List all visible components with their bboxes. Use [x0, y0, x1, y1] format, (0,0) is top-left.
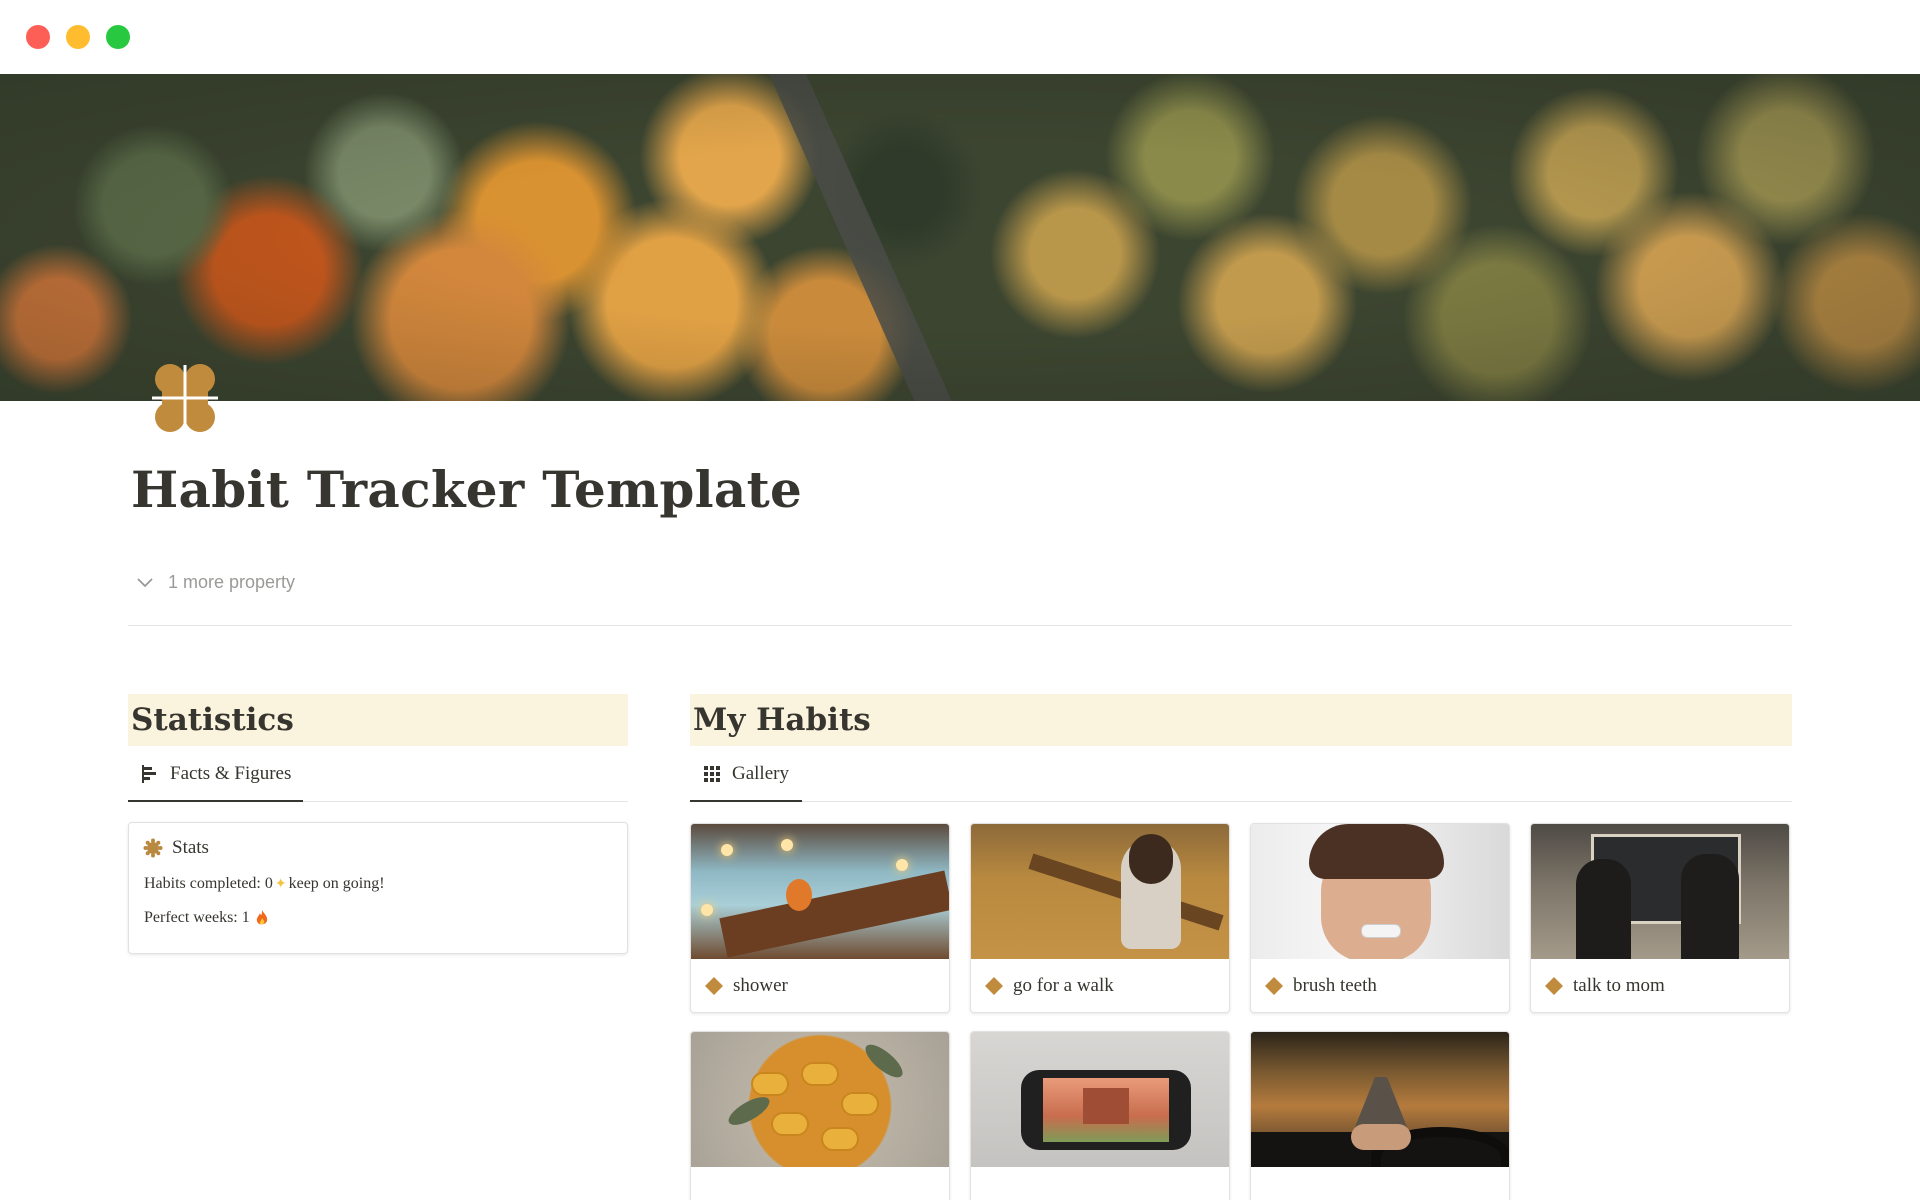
habit-card-label: brush teeth: [1293, 974, 1377, 996]
diamond-icon: [705, 976, 723, 995]
perfect-weeks-label: Perfect weeks: 1: [144, 909, 250, 926]
cover-detail-18: [841, 1092, 879, 1116]
cover-detail-6: [701, 904, 713, 916]
diamond-icon: [1545, 976, 1563, 995]
window-titlebar: [0, 0, 1920, 74]
more-properties-label: 1 more property: [168, 571, 296, 592]
habit-card-label: shower: [733, 974, 788, 996]
habits-completed-suffix: keep on going!: [288, 875, 385, 892]
more-properties-toggle[interactable]: 1 more property: [134, 568, 295, 596]
habit-card-caption: shower: [691, 959, 949, 1012]
habit-card-cover-image: [1531, 824, 1789, 959]
bar-chart-icon: [142, 765, 156, 783]
habit-card-talk-to-mom[interactable]: talk to mom: [1530, 823, 1790, 1013]
habit-card-caption: [1251, 1167, 1509, 1200]
statistics-heading: Statistics: [131, 702, 294, 738]
habit-card-caption: go for a walk: [971, 959, 1229, 1012]
diamond-icon: [1265, 976, 1283, 995]
cover-detail-4: [781, 839, 793, 851]
cover-detail-20: [821, 1127, 859, 1151]
gallery-grid-icon: [704, 766, 720, 782]
cover-detail-2: [786, 879, 812, 911]
habit-card-caption: talk to mom: [1531, 959, 1789, 1012]
page-title[interactable]: Habit Tracker Template: [131, 460, 802, 519]
tab-gallery[interactable]: Gallery: [690, 748, 802, 802]
habit-card-cover-image: [971, 1032, 1229, 1167]
statistics-view-tabs: Facts & Figures: [128, 748, 628, 802]
cover-detail-15: [1681, 854, 1739, 959]
cover-detail-22: [860, 1039, 908, 1083]
fire-icon: [256, 910, 267, 925]
cover-detail-16: [751, 1072, 789, 1096]
my-habits-heading-block[interactable]: My Habits: [690, 694, 1792, 746]
cover-shade: [0, 74, 1920, 401]
habit-card-brush-teeth[interactable]: brush teeth: [1250, 823, 1510, 1013]
tab-facts-and-figures[interactable]: Facts & Figures: [128, 748, 303, 802]
sun-icon: [143, 838, 163, 858]
habit-card-drive[interactable]: [1250, 1031, 1510, 1200]
cover-detail-21: [724, 1091, 774, 1131]
cover-detail-14: [1576, 859, 1631, 959]
cover-detail-3: [721, 844, 733, 856]
my-habits-view-tabs: Gallery: [690, 748, 1792, 802]
stats-card-title: Stats: [143, 837, 209, 859]
page-cover-image[interactable]: [0, 74, 1920, 401]
stats-card[interactable]: Stats Habits completed: 0 ✦ keep on goin…: [128, 822, 628, 954]
cover-detail-29: [1351, 1124, 1411, 1150]
chevron-down-icon: [137, 578, 153, 588]
cover-detail-25: [1083, 1088, 1129, 1124]
habit-card-caption: [691, 1167, 949, 1200]
habit-card-cover-image: [691, 824, 949, 959]
habit-card-go-for-a-walk[interactable]: go for a walk: [970, 823, 1230, 1013]
habit-card-cover-image: [1251, 1032, 1509, 1167]
clover-icon[interactable]: [140, 355, 230, 445]
habit-card-game[interactable]: [970, 1031, 1230, 1200]
habit-card-caption: brush teeth: [1251, 959, 1509, 1012]
habit-card-shower[interactable]: shower: [690, 823, 950, 1013]
zoom-window-button[interactable]: [106, 25, 130, 49]
habit-card-label: go for a walk: [1013, 974, 1114, 996]
habit-card-caption: [971, 1167, 1229, 1200]
habits-completed-label: Habits completed: 0: [144, 875, 273, 892]
cover-detail-9: [1129, 834, 1173, 884]
habits-completed-stat: Habits completed: 0 ✦ keep on going!: [144, 875, 385, 893]
my-habits-heading: My Habits: [693, 702, 871, 738]
tab-facts-and-figures-label: Facts & Figures: [170, 763, 292, 784]
habit-card-cover-image: [1251, 824, 1509, 959]
sparkle-icon: ✦: [274, 876, 287, 892]
perfect-weeks-stat: Perfect weeks: 1: [144, 909, 269, 927]
tab-gallery-label: Gallery: [732, 763, 789, 784]
cover-detail-12: [1361, 924, 1401, 938]
cover-detail-11: [1309, 824, 1444, 879]
diamond-icon: [985, 976, 1003, 995]
close-window-button[interactable]: [26, 25, 50, 49]
stats-card-title-label: Stats: [172, 837, 209, 858]
habit-card-cover-image: [691, 1032, 949, 1167]
statistics-heading-block[interactable]: Statistics: [128, 694, 628, 746]
header-divider: [128, 625, 1792, 626]
cover-detail-1: [719, 870, 949, 958]
habit-card-pasta[interactable]: [690, 1031, 950, 1200]
minimize-window-button[interactable]: [66, 25, 90, 49]
cover-detail-17: [801, 1062, 839, 1086]
habit-card-cover-image: [971, 824, 1229, 959]
cover-detail-5: [896, 859, 908, 871]
cover-detail-19: [771, 1112, 809, 1136]
habit-card-label: talk to mom: [1573, 974, 1665, 996]
